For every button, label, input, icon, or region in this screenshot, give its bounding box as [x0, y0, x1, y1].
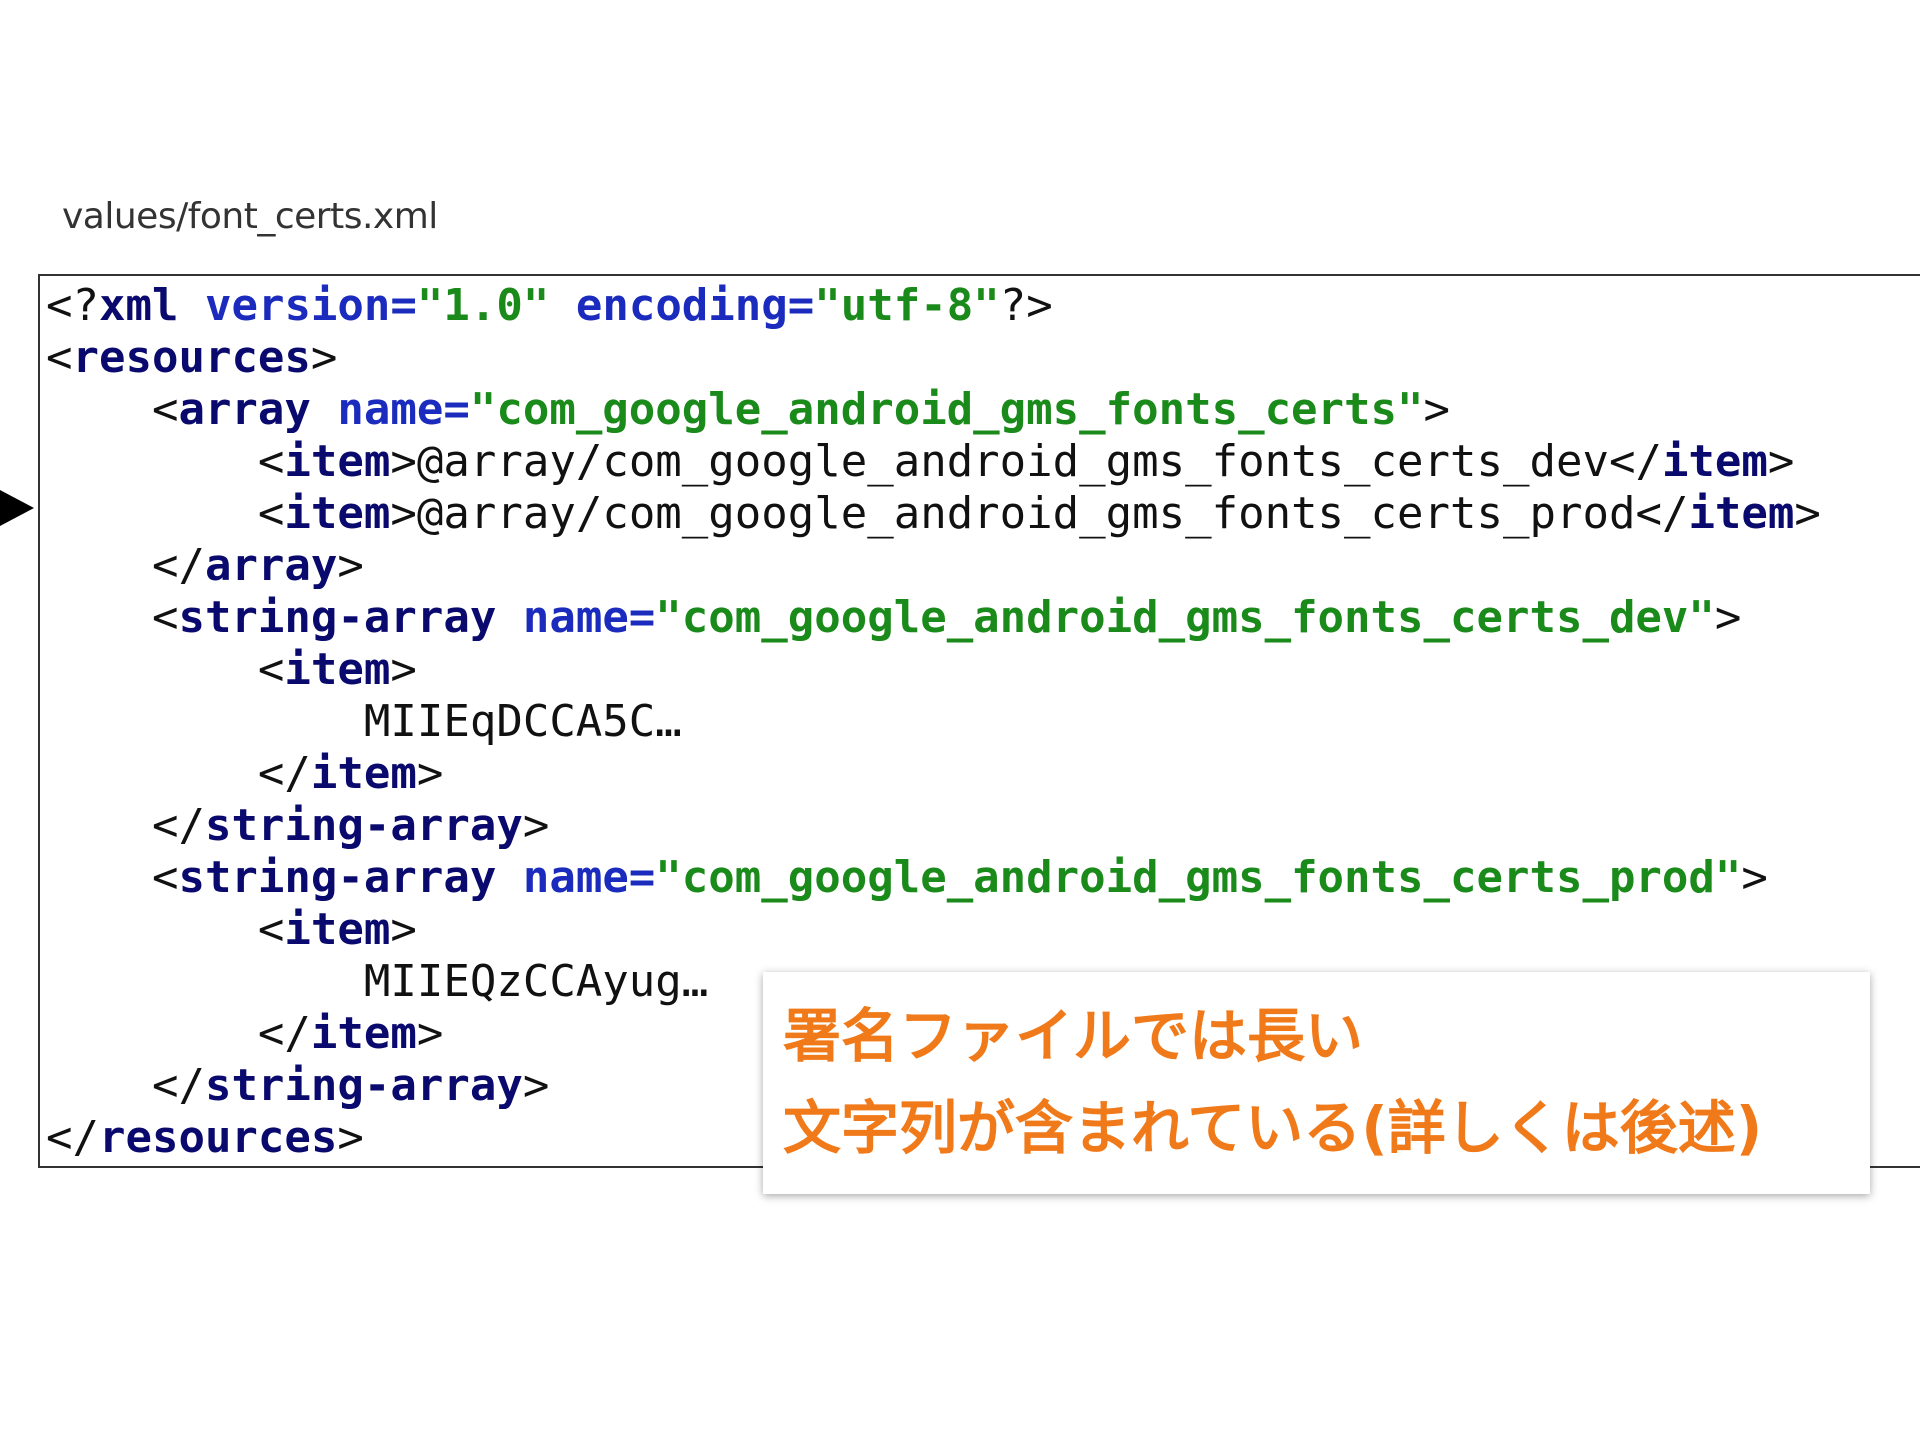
- code-punctuation: >: [1714, 592, 1742, 643]
- code-line: <item>: [46, 644, 1821, 696]
- code-attribute-value: "utf-8": [814, 280, 1000, 331]
- code-punctuation: </: [46, 540, 205, 591]
- code-attribute: version=: [204, 280, 417, 331]
- code-text: MIIEqDCCA5C…: [46, 696, 682, 747]
- code-line: <string-array name="com_google_android_g…: [46, 852, 1821, 904]
- code-attribute-value: "com_google_android_gms_fonts_certs": [469, 384, 1424, 435]
- code-punctuation: <: [46, 592, 179, 643]
- code-tag-name: item: [310, 1008, 417, 1059]
- code-tag-name: string-array: [178, 592, 497, 643]
- code-tag-name: item: [310, 748, 417, 799]
- code-tag-name: string-array: [178, 852, 497, 903]
- code-line: <?xml version="1.0" encoding="utf-8"?>: [46, 280, 1821, 332]
- code-punctuation: >: [310, 332, 338, 383]
- code-tag-name: array: [178, 384, 311, 435]
- code-punctuation: [178, 280, 205, 331]
- code-attribute-value: "1.0": [416, 280, 550, 331]
- code-punctuation: >: [416, 1008, 444, 1059]
- code-text: @array/com_google_android_gms_fonts_cert…: [416, 488, 1636, 539]
- code-line: </item>: [46, 748, 1821, 800]
- code-line: <resources>: [46, 332, 1821, 384]
- code-punctuation: <?: [46, 280, 99, 331]
- code-tag-name: string-array: [204, 1060, 523, 1111]
- code-attribute: name=: [522, 592, 656, 643]
- code-line: MIIEqDCCA5C…: [46, 696, 1821, 748]
- code-punctuation: <: [46, 904, 285, 955]
- code-line: <string-array name="com_google_android_g…: [46, 592, 1821, 644]
- code-line: <item>: [46, 904, 1821, 956]
- code-punctuation: </: [46, 800, 205, 851]
- code-attribute: encoding=: [575, 280, 815, 331]
- code-tag-name: resources: [98, 1112, 338, 1163]
- code-attribute: name=: [337, 384, 470, 435]
- code-line: <item>@array/com_google_android_gms_font…: [46, 488, 1821, 540]
- code-tag-name: item: [284, 488, 391, 539]
- code-punctuation: [311, 384, 338, 435]
- callout-box: 署名ファイルでは長い 文字列が含まれている(詳しくは後述): [763, 972, 1870, 1194]
- code-punctuation: >: [1767, 436, 1795, 487]
- code-punctuation: >: [1423, 384, 1451, 435]
- code-punctuation: <: [46, 644, 285, 695]
- code-punctuation: <: [46, 332, 73, 383]
- code-line: <array name="com_google_android_gms_font…: [46, 384, 1821, 436]
- code-tag-name: item: [284, 644, 391, 695]
- code-punctuation: >: [337, 540, 364, 591]
- code-punctuation: >: [390, 644, 417, 695]
- code-punctuation: [549, 280, 576, 331]
- code-tag-name: item: [284, 904, 391, 955]
- code-line: </string-array>: [46, 800, 1821, 852]
- code-text: MIIEQzCCAyug…: [46, 956, 709, 1007]
- code-punctuation: >: [390, 904, 417, 955]
- triangle-marker-icon: [0, 490, 34, 526]
- callout-line-1: 署名ファイルでは長い: [783, 1002, 1364, 1070]
- code-punctuation: ?>: [999, 280, 1053, 331]
- code-punctuation: <: [46, 488, 285, 539]
- file-caption: values/font_certs.xml: [62, 196, 438, 237]
- code-tag-name: resources: [72, 332, 311, 383]
- callout-line-2: 文字列が含まれている(詳しくは後述): [783, 1094, 1763, 1162]
- code-punctuation: </: [46, 1112, 99, 1163]
- code-punctuation: </: [46, 748, 311, 799]
- code-tag-name: xml: [98, 280, 179, 331]
- code-punctuation: >: [1741, 852, 1768, 903]
- code-tag-name: array: [204, 540, 338, 591]
- code-punctuation: <: [46, 852, 179, 903]
- code-tag-name: item: [284, 436, 391, 487]
- code-line: </array>: [46, 540, 1821, 592]
- code-punctuation: >: [416, 748, 444, 799]
- code-tag-name: item: [1661, 436, 1768, 487]
- code-punctuation: >: [522, 800, 550, 851]
- code-punctuation: >: [390, 488, 417, 539]
- code-punctuation: >: [522, 1060, 550, 1111]
- code-punctuation: [496, 592, 523, 643]
- code-attribute-value: "com_google_android_gms_fonts_certs_dev": [655, 592, 1715, 643]
- code-punctuation: </: [46, 1060, 205, 1111]
- code-attribute-value: "com_google_android_gms_fonts_certs_prod…: [655, 852, 1742, 903]
- code-punctuation: >: [390, 436, 417, 487]
- code-punctuation: </: [1608, 436, 1662, 487]
- code-attribute: name=: [522, 852, 656, 903]
- code-line: <item>@array/com_google_android_gms_font…: [46, 436, 1821, 488]
- code-text: @array/com_google_android_gms_fonts_cert…: [416, 436, 1609, 487]
- code-punctuation: <: [46, 436, 285, 487]
- code-punctuation: </: [46, 1008, 311, 1059]
- code-tag-name: item: [1688, 488, 1795, 539]
- code-tag-name: string-array: [204, 800, 523, 851]
- code-punctuation: >: [337, 1112, 364, 1163]
- code-punctuation: </: [1635, 488, 1689, 539]
- code-punctuation: [496, 852, 523, 903]
- code-punctuation: >: [1794, 488, 1821, 539]
- code-punctuation: <: [46, 384, 179, 435]
